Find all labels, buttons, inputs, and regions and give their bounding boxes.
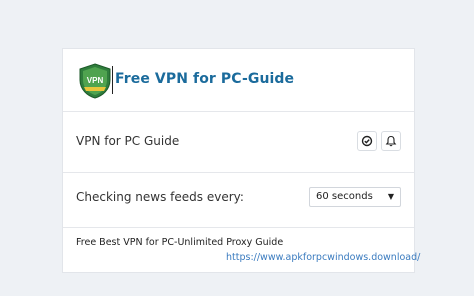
- footer-link[interactable]: https://www.apkforpcwindows.download/: [226, 252, 420, 263]
- vpn-item-label: VPN for PC Guide: [76, 134, 180, 148]
- text-cursor: [112, 66, 113, 94]
- feed-interval-select[interactable]: 60 seconds ▼: [309, 187, 401, 207]
- bell-icon: [385, 135, 397, 147]
- footer-description: Free Best VPN for PC-Unlimited Proxy Gui…: [76, 237, 284, 248]
- vpn-shield-logo: VPN: [79, 63, 111, 99]
- notification-button[interactable]: [381, 131, 401, 151]
- check-button[interactable]: [357, 131, 377, 151]
- check-circle-icon: [361, 135, 373, 147]
- logo-text: VPN: [87, 76, 104, 85]
- feed-interval-value: 60 seconds: [316, 191, 373, 202]
- feed-interval-label: Checking news feeds every:: [76, 190, 244, 204]
- app-title: Free VPN for PC-Guide: [115, 71, 295, 87]
- dropdown-arrow-icon: ▼: [387, 192, 394, 201]
- popup-header: VPN Free VPN for PC-Guide: [63, 49, 414, 112]
